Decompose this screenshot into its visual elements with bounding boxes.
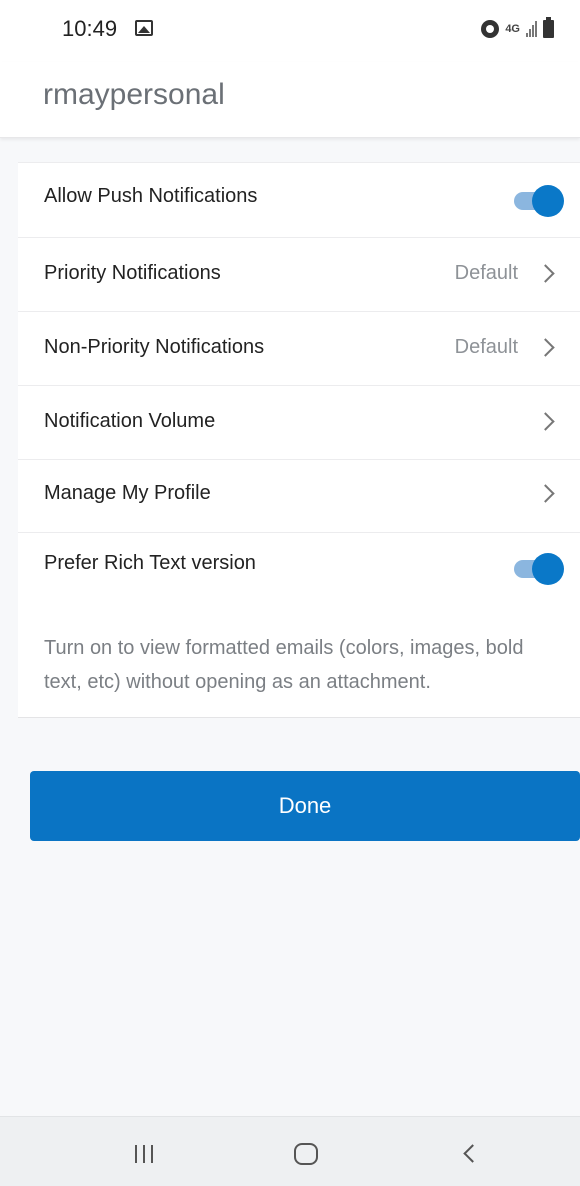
network-label: 4G <box>505 22 520 35</box>
prefer-rich-text-row[interactable]: Prefer Rich Text version <box>18 533 580 603</box>
chevron-right-icon <box>536 338 555 357</box>
priority-notifications-row[interactable]: Priority Notifications Default <box>18 238 580 312</box>
status-icons: 4G <box>481 17 554 40</box>
toggle-knob <box>532 185 564 217</box>
battery-icon <box>543 17 554 38</box>
chevron-right-icon <box>536 264 555 283</box>
recents-icon[interactable] <box>135 1145 153 1163</box>
allow-push-notifications-label: Allow Push Notifications <box>44 185 258 207</box>
priority-notifications-value: Default <box>454 262 518 284</box>
manage-my-profile-row[interactable]: Manage My Profile <box>18 460 580 533</box>
system-nav-bar <box>0 1116 580 1186</box>
settings-list: Allow Push Notifications Priority Notifi… <box>18 162 580 718</box>
notification-volume-label: Notification Volume <box>44 410 216 432</box>
allow-push-notifications-toggle[interactable] <box>514 185 564 217</box>
manage-my-profile-label: Manage My Profile <box>44 482 211 504</box>
non-priority-notifications-row[interactable]: Non-Priority Notifications Default <box>18 312 580 386</box>
non-priority-notifications-value: Default <box>454 336 518 358</box>
allow-push-notifications-row[interactable]: Allow Push Notifications <box>18 163 580 238</box>
back-icon[interactable] <box>463 1144 482 1163</box>
page-title: rmaypersonal <box>43 78 225 111</box>
status-bar: 10:49 4G <box>0 0 580 62</box>
signal-icon <box>526 21 537 37</box>
home-icon[interactable] <box>294 1143 318 1165</box>
priority-notifications-label: Priority Notifications <box>44 262 221 284</box>
toggle-knob <box>532 553 564 585</box>
rich-text-description: Turn on to view formatted emails (colors… <box>44 637 524 693</box>
chevron-right-icon <box>536 412 555 431</box>
notification-volume-row[interactable]: Notification Volume <box>18 386 580 460</box>
done-button[interactable]: Done <box>30 771 580 841</box>
chevron-right-icon <box>536 484 555 503</box>
prefer-rich-text-toggle[interactable] <box>514 553 564 585</box>
non-priority-notifications-label: Non-Priority Notifications <box>44 336 265 358</box>
prefer-rich-text-label: Prefer Rich Text version <box>44 552 256 574</box>
status-time: 10:49 <box>62 16 118 41</box>
page-header: rmaypersonal <box>0 62 580 138</box>
image-icon <box>135 20 153 36</box>
alarm-icon <box>481 20 500 38</box>
